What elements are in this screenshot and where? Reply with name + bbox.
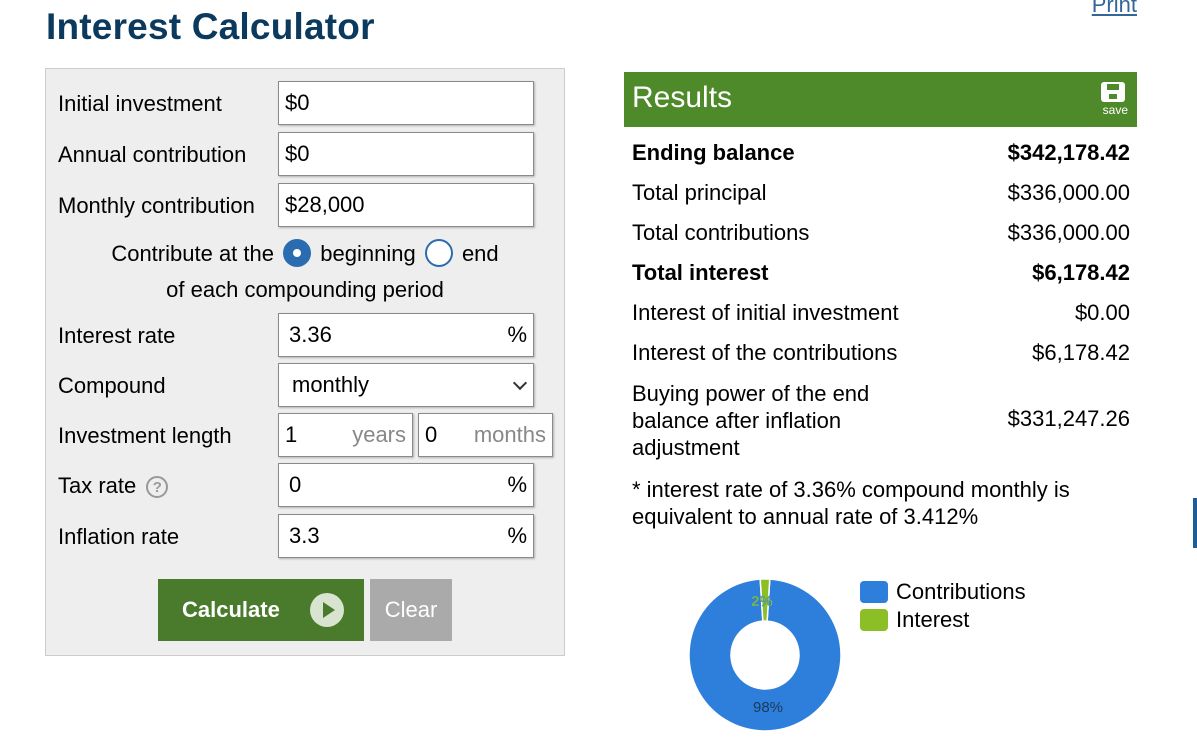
donut-label-interest: 2% bbox=[751, 593, 773, 610]
interest-rate-unit: % bbox=[507, 322, 527, 347]
result-key: Interest of initial investment bbox=[632, 300, 899, 325]
initial-investment-label: Initial investment bbox=[58, 91, 222, 116]
years-value: 1 bbox=[285, 422, 298, 447]
legend-label: Interest bbox=[896, 607, 970, 632]
calculate-label: Calculate bbox=[182, 597, 280, 622]
inflation-rate-unit: % bbox=[507, 523, 527, 548]
months-value: 0 bbox=[425, 422, 438, 447]
results-title: Results bbox=[632, 81, 733, 114]
play-icon bbox=[310, 593, 344, 627]
contribute-timing-prefix: Contribute at the bbox=[111, 240, 274, 266]
inflation-rate-value: 3.3 bbox=[289, 523, 320, 548]
result-key: Ending balance bbox=[632, 140, 795, 165]
rate-footnote: * interest rate of 3.36% compound monthl… bbox=[632, 476, 1122, 530]
result-value: $336,000.00 bbox=[1007, 220, 1130, 245]
buying-power-value: $331,247.26 bbox=[1007, 406, 1130, 431]
results-header: Results save bbox=[624, 72, 1137, 127]
clear-button[interactable]: Clear bbox=[370, 579, 452, 641]
chevron-down-icon bbox=[512, 375, 528, 391]
radio-end[interactable] bbox=[424, 239, 453, 267]
monthly-contribution-input[interactable]: $28,000 bbox=[278, 183, 534, 227]
footnote-line1: * interest rate of 3.36% compound monthl… bbox=[632, 477, 1070, 502]
annual-contribution-value: $0 bbox=[285, 141, 310, 166]
legend-label: Contributions bbox=[896, 579, 1026, 604]
inflation-rate-label: Inflation rate bbox=[58, 524, 180, 549]
annual-contribution-row: Annual contribution $0 bbox=[46, 132, 564, 178]
annual-contribution-input[interactable]: $0 bbox=[278, 132, 534, 176]
contribute-timing-suffix: of each compounding period bbox=[166, 277, 444, 302]
initial-investment-input[interactable]: $0 bbox=[278, 81, 534, 125]
legend-item-contributions: Contributions bbox=[860, 578, 1026, 606]
chart-legend: Contributions Interest bbox=[860, 578, 1026, 634]
result-value: $336,000.00 bbox=[1007, 180, 1130, 205]
radio-beginning-label[interactable]: beginning bbox=[320, 241, 415, 266]
interest-rate-row: Interest rate 3.36 % bbox=[46, 313, 564, 359]
investment-length-label: Investment length bbox=[58, 423, 232, 448]
months-input[interactable]: 0 months bbox=[418, 413, 553, 457]
years-unit: years bbox=[352, 422, 406, 447]
help-icon[interactable]: ? bbox=[146, 476, 169, 499]
save-label[interactable]: save bbox=[1103, 103, 1128, 117]
interest-rate-label: Interest rate bbox=[58, 323, 176, 348]
annual-contribution-label: Annual contribution bbox=[58, 142, 247, 167]
result-key: Interest of the contributions bbox=[632, 340, 898, 365]
tax-rate-label-text: Tax rate bbox=[58, 473, 137, 498]
compound-label: Compound bbox=[58, 373, 166, 398]
buying-power-line2: balance after inflation bbox=[632, 408, 842, 433]
save-icon[interactable] bbox=[1101, 82, 1125, 102]
monthly-contribution-value: $28,000 bbox=[285, 192, 365, 217]
inflation-rate-row: Inflation rate 3.3 % bbox=[46, 514, 564, 560]
legend-swatch bbox=[860, 609, 888, 631]
result-value: $0.00 bbox=[1074, 300, 1130, 325]
tax-rate-unit: % bbox=[507, 472, 527, 497]
result-donut-chart: 98% 2% bbox=[688, 578, 842, 732]
investment-length-row: Investment length 1 years 0 months bbox=[46, 413, 564, 459]
inflation-rate-input[interactable]: 3.3 % bbox=[278, 514, 534, 558]
calculator-form: Initial investment $0 Annual contributio… bbox=[45, 68, 565, 656]
donut-label-contributions: 98% bbox=[753, 699, 783, 716]
initial-investment-value: $0 bbox=[285, 90, 310, 115]
calculate-button[interactable]: Calculate bbox=[158, 579, 364, 641]
print-link[interactable]: Print bbox=[1092, 0, 1137, 18]
buying-power-line3: adjustment bbox=[632, 435, 740, 460]
legend-item-interest: Interest bbox=[860, 606, 1026, 634]
result-key: Total principal bbox=[632, 180, 767, 205]
result-key: Total contributions bbox=[632, 220, 810, 245]
result-value: $6,178.42 bbox=[1032, 260, 1130, 285]
initial-investment-row: Initial investment $0 bbox=[46, 81, 564, 127]
result-value: $342,178.42 bbox=[1007, 140, 1130, 165]
interest-rate-input[interactable]: 3.36 % bbox=[278, 313, 534, 357]
tax-rate-value: 0 bbox=[289, 472, 302, 497]
years-input[interactable]: 1 years bbox=[278, 413, 413, 457]
interest-rate-value: 3.36 bbox=[289, 322, 332, 347]
contribute-timing: Contribute at the beginning end bbox=[46, 239, 564, 279]
legend-swatch bbox=[860, 581, 888, 603]
buying-power-label: Buying power of the end balance after in… bbox=[632, 380, 932, 461]
footnote-line2: equivalent to annual rate of 3.412% bbox=[632, 504, 979, 529]
months-unit: months bbox=[473, 422, 546, 447]
monthly-contribution-row: Monthly contribution $28,000 bbox=[46, 183, 564, 229]
result-key: Total interest bbox=[632, 260, 769, 285]
compound-value: monthly bbox=[292, 372, 370, 397]
compound-row: Compound monthly bbox=[46, 363, 564, 409]
buying-power-line1: Buying power of the end bbox=[632, 381, 870, 406]
compound-select[interactable]: monthly bbox=[278, 363, 534, 407]
scrollbar-thumb[interactable] bbox=[1193, 498, 1197, 548]
tax-rate-input[interactable]: 0 % bbox=[278, 463, 534, 507]
page-title: Interest Calculator bbox=[46, 6, 375, 47]
tax-rate-label: Tax rate ? bbox=[58, 473, 169, 499]
monthly-contribution-label: Monthly contribution bbox=[58, 193, 255, 218]
tax-rate-row: Tax rate ? 0 % bbox=[46, 463, 564, 509]
radio-beginning[interactable] bbox=[283, 239, 312, 267]
result-value: $6,178.42 bbox=[1032, 340, 1130, 365]
radio-end-label[interactable]: end bbox=[462, 241, 499, 266]
